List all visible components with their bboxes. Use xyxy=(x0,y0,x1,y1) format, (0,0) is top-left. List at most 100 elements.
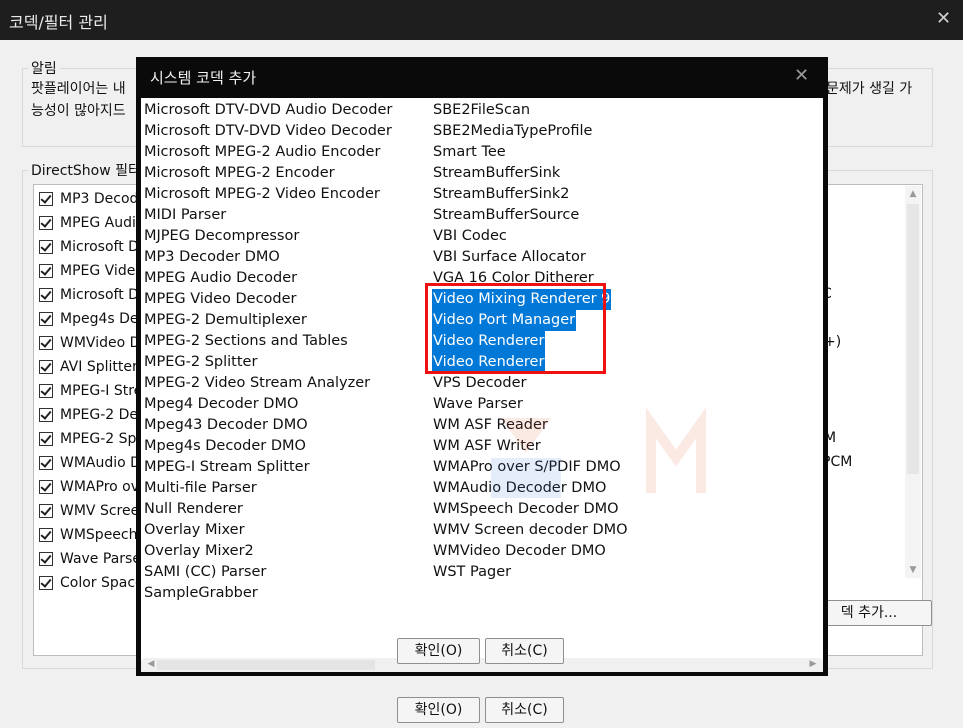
filter-checkbox[interactable] xyxy=(39,552,53,566)
filter-checkbox[interactable] xyxy=(39,384,53,398)
codec-item[interactable]: Overlay Mixer2 xyxy=(143,541,255,562)
notice-text-line1-right: 문제가 생길 가 xyxy=(826,81,913,97)
filter-checkbox[interactable] xyxy=(39,408,53,422)
filter-checkbox[interactable] xyxy=(39,480,53,494)
codec-item[interactable]: VBI Codec xyxy=(432,226,508,247)
codec-item[interactable]: SBE2FileScan xyxy=(432,100,531,121)
dialog-cancel-button[interactable]: 취소(C) xyxy=(485,638,564,664)
filter-label: MP3 Decod xyxy=(60,191,139,207)
filter-checkbox[interactable] xyxy=(39,216,53,230)
codec-item[interactable]: Mpeg43 Decoder DMO xyxy=(143,415,309,436)
filter-row[interactable]: WMV Scree xyxy=(39,499,139,523)
scroll-down-icon[interactable]: ▼ xyxy=(905,562,921,578)
filter-label: WMSpeech xyxy=(60,527,138,543)
filter-checkbox[interactable] xyxy=(39,432,53,446)
codec-item[interactable]: Mpeg4 Decoder DMO xyxy=(143,394,299,415)
codec-item[interactable]: StreamBufferSource xyxy=(432,205,580,226)
filter-checkbox[interactable] xyxy=(39,528,53,542)
codec-item[interactable]: Microsoft MPEG-2 Audio Encoder xyxy=(143,142,381,163)
filter-row[interactable]: MP3 Decod xyxy=(39,187,138,211)
filter-label: AVI Splitter xyxy=(60,359,138,375)
codec-item[interactable]: Multi-file Parser xyxy=(143,478,258,499)
dialog-close-icon[interactable]: ✕ xyxy=(794,65,809,86)
outer-close-icon[interactable]: ✕ xyxy=(936,8,951,29)
filter-label: Microsoft D xyxy=(60,287,139,303)
filter-row[interactable]: MPEG Audi xyxy=(39,211,136,235)
filter-checkbox[interactable] xyxy=(39,312,53,326)
filter-label: Mpeg4s De xyxy=(60,311,139,327)
filter-checkbox[interactable] xyxy=(39,192,53,206)
codec-item[interactable]: StreamBufferSink2 xyxy=(432,184,571,205)
codec-item[interactable]: MJPEG Decompressor xyxy=(143,226,300,247)
hscroll-thumb[interactable] xyxy=(157,660,375,670)
scroll-right-icon[interactable]: ▶ xyxy=(805,657,821,671)
dialog-ok-button[interactable]: 확인(O) xyxy=(397,638,480,664)
filter-row[interactable]: WMAudio D xyxy=(39,451,141,475)
filter-row[interactable]: WMVideo D xyxy=(39,331,140,355)
codec-item[interactable]: VPS Decoder xyxy=(432,373,528,394)
filter-checkbox[interactable] xyxy=(39,288,53,302)
filter-label: WMVideo D xyxy=(60,335,141,351)
filter-row[interactable]: MPEG-2 Sp xyxy=(39,427,136,451)
codec-item[interactable]: WST Pager xyxy=(432,562,512,583)
codec-item[interactable]: MPEG-2 Splitter xyxy=(143,352,258,373)
outer-window-title: 코덱/필터 관리 xyxy=(9,13,108,32)
codec-item[interactable]: MP3 Decoder DMO xyxy=(143,247,281,268)
watermark-logo-icon xyxy=(491,407,706,498)
filter-checkbox[interactable] xyxy=(39,504,53,518)
filter-checkbox[interactable] xyxy=(39,240,53,254)
filter-row[interactable]: Mpeg4s De xyxy=(39,307,139,331)
filter-checkbox[interactable] xyxy=(39,336,53,350)
notice-legend: 알림 xyxy=(28,58,60,78)
filter-row[interactable]: MPEG Vide xyxy=(39,259,135,283)
codec-item[interactable]: MPEG-I Stream Splitter xyxy=(143,457,311,478)
codec-item[interactable]: Overlay Mixer xyxy=(143,520,246,541)
filter-row[interactable]: AVI Splitter xyxy=(39,355,138,379)
filter-row[interactable]: Wave Parse xyxy=(39,547,141,571)
codec-item[interactable]: MPEG-2 Sections and Tables xyxy=(143,331,349,352)
codec-item[interactable]: Null Renderer xyxy=(143,499,244,520)
codec-item[interactable]: StreamBufferSink xyxy=(432,163,561,184)
filter-row[interactable]: MPEG-2 De xyxy=(39,403,138,427)
codec-item[interactable]: Microsoft MPEG-2 Video Encoder xyxy=(143,184,381,205)
notice-text-line1: 팟플레이어는 내 xyxy=(31,81,126,97)
filter-row[interactable]: MPEG-I Stre xyxy=(39,379,142,403)
filter-row[interactable]: Color Space xyxy=(39,571,144,595)
codec-list[interactable]: Microsoft DTV-DVD Audio Decoder Microsof… xyxy=(141,98,823,660)
codec-item[interactable]: Smart Tee xyxy=(432,142,507,163)
filter-list-scrollbar[interactable]: ▲ ▼ xyxy=(905,186,921,578)
codec-item[interactable]: WMVideo Decoder DMO xyxy=(432,541,607,562)
scroll-thumb[interactable] xyxy=(907,204,919,474)
scroll-up-icon[interactable]: ▲ xyxy=(905,186,921,202)
filter-checkbox[interactable] xyxy=(39,360,53,374)
codec-item[interactable]: SAMI (CC) Parser xyxy=(143,562,267,583)
outer-title-bar: 코덱/필터 관리 ✕ xyxy=(0,0,963,40)
filter-label: MPEG-I Stre xyxy=(60,383,143,399)
codec-item[interactable]: MIDI Parser xyxy=(143,205,227,226)
codec-item[interactable]: WMV Screen decoder DMO xyxy=(432,520,629,541)
codec-item[interactable]: Microsoft DTV-DVD Audio Decoder xyxy=(143,100,393,121)
outer-cancel-button[interactable]: 취소(C) xyxy=(485,697,564,723)
codec-item[interactable]: SBE2MediaTypeProfile xyxy=(432,121,593,142)
filter-checkbox[interactable] xyxy=(39,576,53,590)
filter-label: MPEG-2 Sp xyxy=(60,431,137,447)
codec-list-hscrollbar[interactable]: ◀ ▶ xyxy=(143,658,821,672)
codec-item[interactable]: VBI Surface Allocator xyxy=(432,247,587,268)
codec-item[interactable]: MPEG-2 Demultiplexer xyxy=(143,310,308,331)
filter-label: WMV Scree xyxy=(60,503,140,519)
codec-item[interactable]: Microsoft DTV-DVD Video Decoder xyxy=(143,121,393,142)
filter-checkbox[interactable] xyxy=(39,456,53,470)
codec-item[interactable]: MPEG Video Decoder xyxy=(143,289,298,310)
outer-ok-button[interactable]: 확인(O) xyxy=(397,697,480,723)
filter-row[interactable]: Microsoft D xyxy=(39,283,139,307)
codec-item[interactable]: MPEG Audio Decoder xyxy=(143,268,298,289)
filter-row[interactable]: WMSpeech xyxy=(39,523,138,547)
filter-label: MPEG-2 De xyxy=(60,407,139,423)
filter-row[interactable]: WMAPro ov xyxy=(39,475,139,499)
filter-checkbox[interactable] xyxy=(39,264,53,278)
codec-item[interactable]: Mpeg4s Decoder DMO xyxy=(143,436,307,457)
filter-row[interactable]: Microsoft D xyxy=(39,235,139,259)
codec-item[interactable]: SampleGrabber xyxy=(143,583,259,604)
codec-item[interactable]: MPEG-2 Video Stream Analyzer xyxy=(143,373,371,394)
codec-item[interactable]: Microsoft MPEG-2 Encoder xyxy=(143,163,336,184)
